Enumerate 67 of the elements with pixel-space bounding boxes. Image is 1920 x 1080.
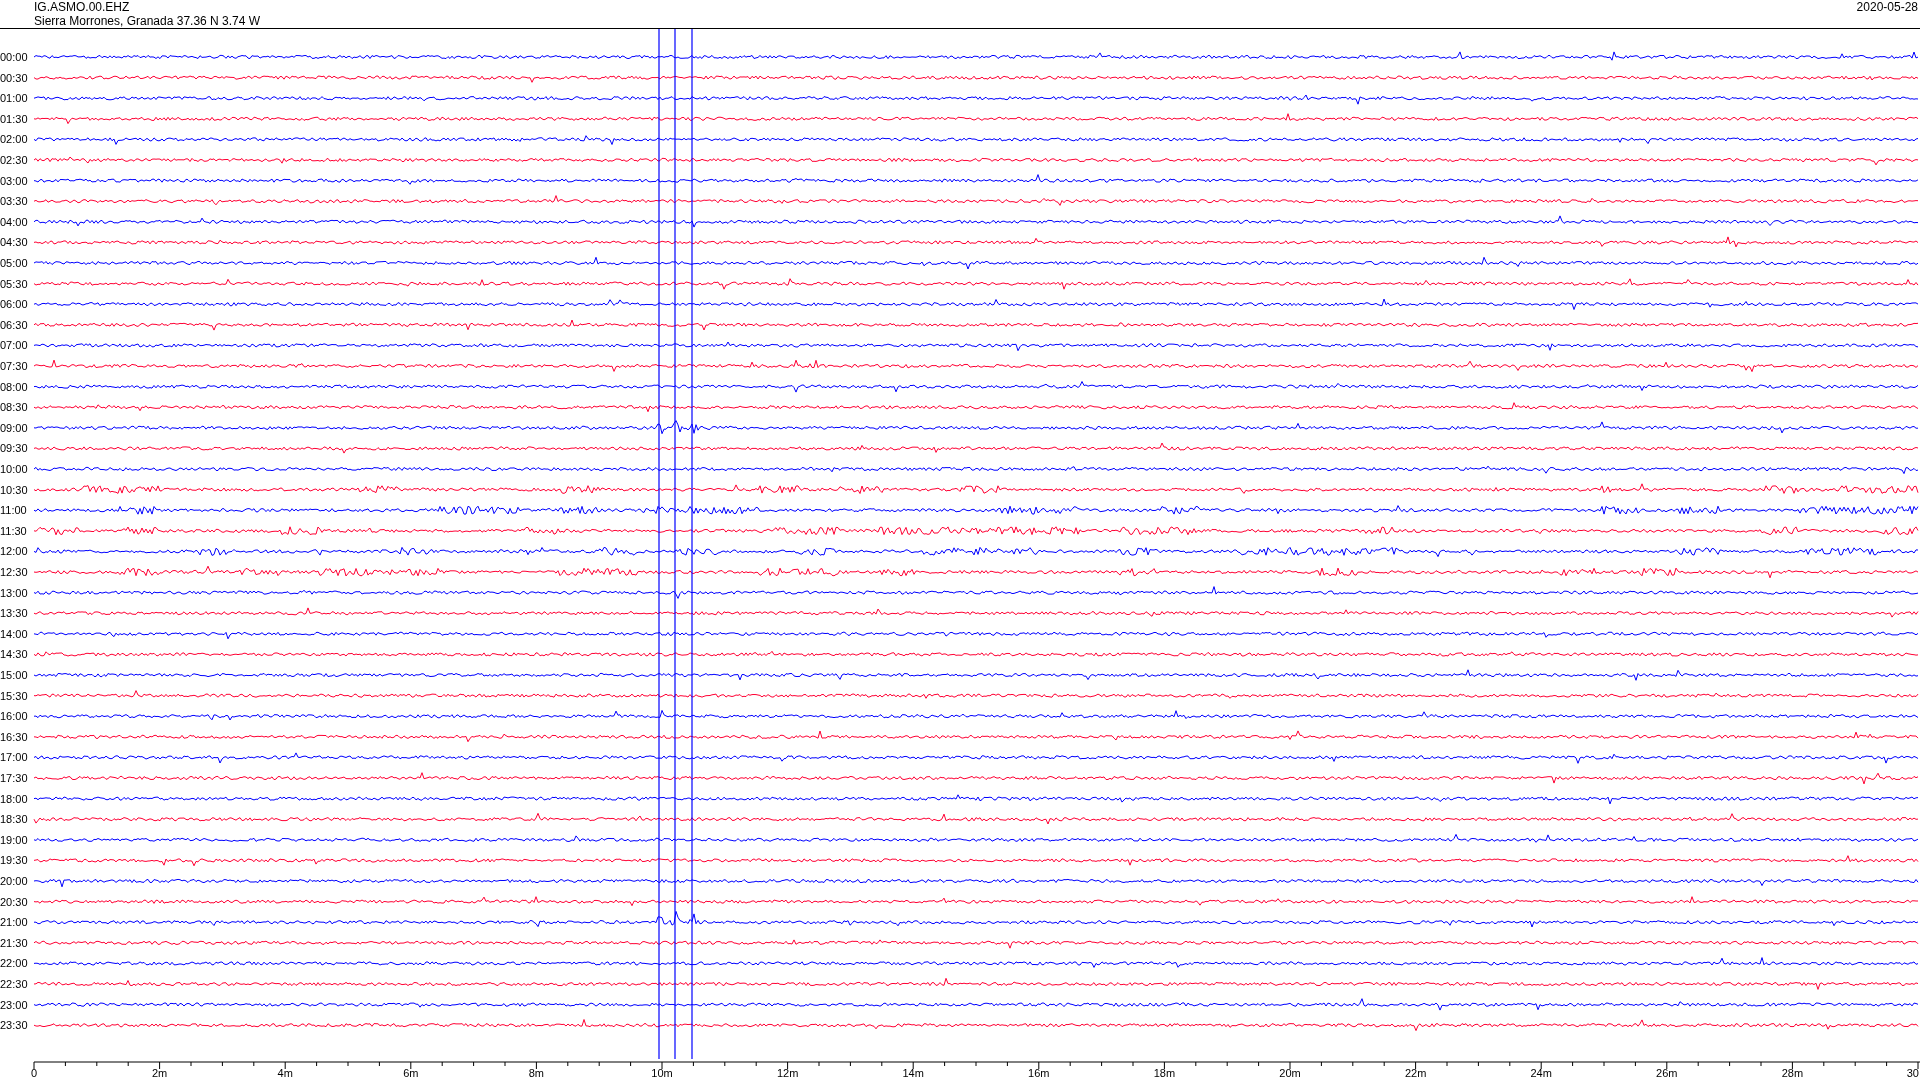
- time-label: 16:30: [0, 730, 28, 743]
- time-label: 20:00: [0, 875, 28, 887]
- time-label: 06:30: [0, 318, 28, 331]
- time-label: 02:00: [0, 133, 28, 146]
- time-label: 19:00: [0, 833, 28, 846]
- time-label: 23:30: [0, 1019, 28, 1032]
- time-label: 16:00: [0, 710, 28, 723]
- axis-label: 12m: [776, 1067, 799, 1079]
- axis-label: 16m: [1028, 1067, 1050, 1079]
- time-label: 08:00: [0, 380, 28, 393]
- time-label: 10:00: [0, 463, 28, 475]
- time-label: 20:30: [0, 895, 28, 908]
- axis-label: 26m: [1656, 1067, 1678, 1079]
- axis-label: 10m: [651, 1067, 673, 1079]
- time-label: 12:00: [0, 545, 28, 558]
- station-code: IG.ASMO.00.EHZ: [34, 0, 131, 14]
- time-label: 11:30: [0, 524, 27, 537]
- time-label: 18:00: [0, 792, 28, 805]
- axis-label: 4m: [277, 1067, 293, 1079]
- time-label: 12:30: [0, 566, 28, 578]
- time-label: 04:00: [0, 215, 28, 228]
- time-label: 14:00: [0, 627, 28, 640]
- time-label: 18:30: [0, 813, 28, 826]
- axis-label: 28m: [1781, 1067, 1804, 1079]
- axis-label: 30: [1906, 1067, 1919, 1079]
- time-label: 00:30: [0, 71, 28, 84]
- time-label: 09:30: [0, 442, 28, 455]
- time-label: 23:00: [0, 998, 28, 1011]
- time-label: 15:00: [0, 669, 28, 681]
- axis-label: 14m: [902, 1067, 924, 1079]
- time-label: 02:30: [0, 154, 28, 166]
- time-label: 09:00: [0, 421, 28, 434]
- time-label: 17:30: [0, 772, 28, 784]
- time-label: 08:30: [0, 401, 28, 414]
- station-location: Sierra Morrones, Granada 37.36 N 3.74 W: [34, 14, 261, 28]
- time-label: 07:00: [0, 339, 28, 352]
- axis-label: 8m: [528, 1067, 545, 1079]
- time-label: 05:30: [0, 277, 28, 290]
- record-date: 2020-05-28: [1856, 0, 1919, 14]
- time-label: 14:30: [0, 648, 28, 661]
- time-label: 19:30: [0, 854, 28, 867]
- time-label: 15:30: [0, 689, 28, 702]
- time-label: 13:00: [0, 586, 28, 599]
- axis-label: 24m: [1530, 1067, 1552, 1079]
- time-label: 22:00: [0, 957, 28, 970]
- axis-label: 20m: [1279, 1067, 1301, 1079]
- time-label: 07:30: [0, 360, 28, 372]
- time-label: 13:30: [0, 607, 28, 620]
- time-label: 03:30: [0, 195, 28, 208]
- time-label: 01:30: [0, 112, 28, 125]
- axis-label: 2m: [151, 1067, 168, 1079]
- time-label: 11:00: [0, 504, 27, 517]
- axis-label: 18m: [1153, 1067, 1176, 1079]
- time-label: 22:30: [0, 978, 28, 990]
- time-label: 05:00: [0, 257, 28, 269]
- time-label: 00:00: [0, 51, 28, 63]
- time-label: 21:00: [0, 916, 28, 929]
- axis-label: 0: [30, 1067, 38, 1079]
- time-label: 06:00: [0, 298, 28, 311]
- time-label: 01:00: [0, 92, 28, 105]
- time-label: 10:30: [0, 483, 28, 496]
- time-label: 04:30: [0, 236, 28, 249]
- time-label: 03:00: [0, 174, 28, 187]
- axis-label: 22m: [1404, 1067, 1427, 1079]
- time-label: 21:30: [0, 936, 28, 949]
- axis-label: 6m: [403, 1067, 419, 1079]
- time-label: 17:00: [0, 751, 28, 764]
